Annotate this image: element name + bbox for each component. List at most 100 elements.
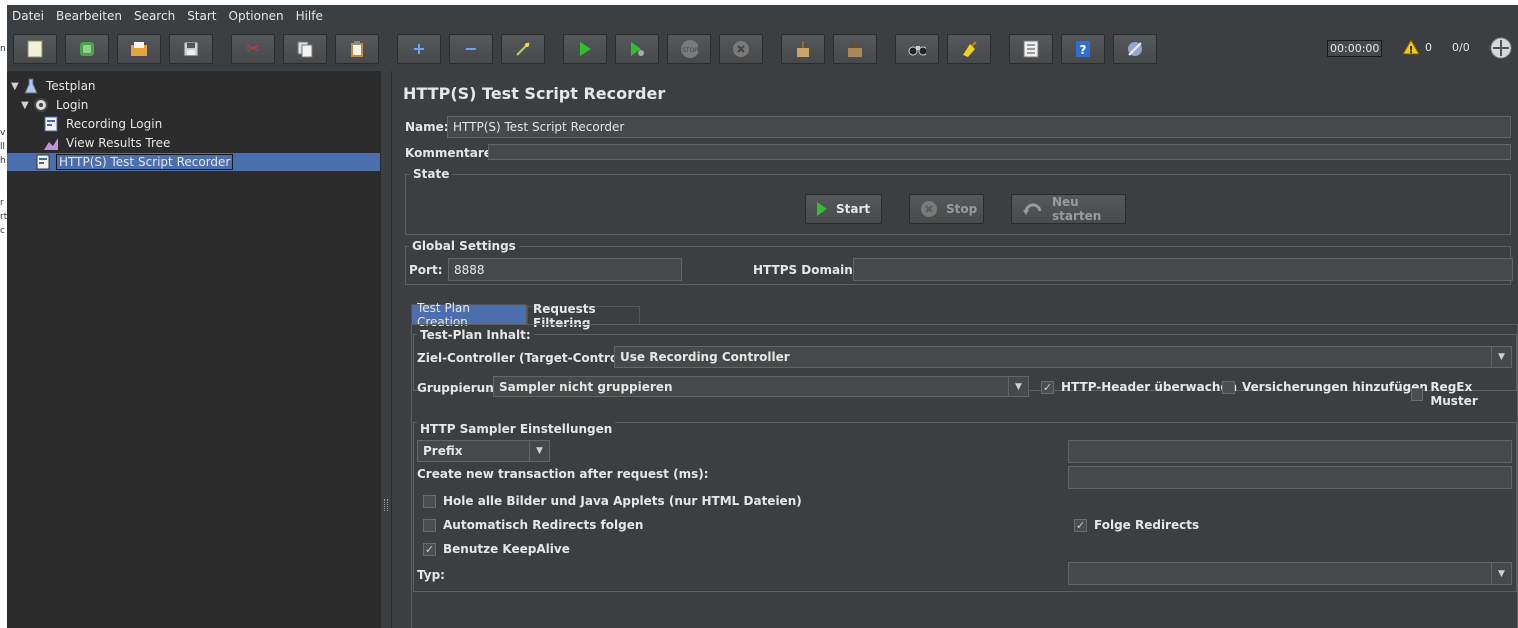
stop-button-label: Stop [946, 202, 978, 216]
elapsed-timer: 00:00:00 [1327, 40, 1383, 57]
cut-button[interactable]: ✂ [231, 34, 275, 64]
help-button[interactable]: ? [1061, 34, 1105, 64]
new-button[interactable] [13, 34, 57, 64]
tree-item-testplan[interactable]: ▼ Testplan [11, 77, 98, 95]
svg-text:!: ! [1409, 45, 1414, 55]
expand-toggle-icon[interactable]: ▼ [11, 81, 23, 92]
start-button-label: Start [836, 202, 871, 216]
tree-item-label: Testplan [46, 79, 96, 93]
shutdown-button[interactable] [719, 34, 763, 64]
port-field[interactable]: 8888 [448, 258, 682, 281]
checkbox-box[interactable] [423, 494, 436, 508]
menu-hilfe[interactable]: Hilfe [296, 9, 323, 23]
clear-all-button[interactable] [833, 34, 877, 64]
clear-button[interactable] [781, 34, 825, 64]
checkbox-box[interactable] [1411, 387, 1424, 401]
name-field[interactable]: HTTP(S) Test Script Recorder [447, 116, 1511, 138]
checkbox-box[interactable] [423, 518, 436, 532]
paste-button[interactable] [335, 34, 379, 64]
target-controller-select[interactable]: Use Recording Controller ▼ [614, 346, 1512, 368]
menu-bearbeiten[interactable]: Bearbeiten [56, 9, 122, 23]
tree-item-label: Recording Login [66, 117, 163, 131]
comments-field[interactable] [488, 144, 1511, 160]
templates-button[interactable] [65, 34, 109, 64]
chevron-down-icon: ▼ [1008, 377, 1028, 396]
stop-icon [920, 200, 938, 218]
expand-toggle-icon[interactable]: ▼ [21, 100, 33, 111]
tab-requests-filtering[interactable]: Requests Filtering [527, 302, 640, 330]
menu-optionen[interactable]: Optionen [229, 9, 284, 23]
keepalive-checkbox[interactable]: ✓ Benutze KeepAlive [423, 542, 570, 556]
broom-icon [794, 40, 812, 58]
follow-redirects-checkbox[interactable]: ✓ Folge Redirects [1074, 518, 1199, 532]
add-assertions-checkbox[interactable]: Versicherungen hinzufügen [1222, 380, 1428, 394]
menu-datei[interactable]: Datei [12, 9, 44, 23]
warning-count: 0 [1425, 41, 1432, 54]
background-window-strip: n v ll h r rt c [0, 0, 7, 628]
tree-item-login[interactable]: ▼ Login [21, 96, 90, 114]
toggle-button[interactable] [501, 34, 545, 64]
stop-button[interactable]: STOP [667, 34, 711, 64]
search-button[interactable] [895, 34, 939, 64]
prefix-value: Prefix [423, 444, 463, 458]
templates-icon [78, 40, 96, 58]
grouping-label: Gruppierung [417, 381, 503, 395]
checkbox-box[interactable] [1222, 380, 1235, 394]
prefix-field[interactable] [1068, 440, 1512, 463]
tree-item-label: HTTP(S) Test Script Recorder [56, 154, 234, 170]
copy-icon [296, 40, 314, 58]
shutdown-icon [732, 40, 750, 58]
add-assertions-label: Versicherungen hinzufügen [1242, 380, 1428, 394]
listener-icon [43, 135, 59, 151]
menu-start[interactable]: Start [187, 9, 216, 23]
tree-item-recording-login[interactable]: Recording Login [43, 115, 164, 133]
prefix-select[interactable]: Prefix ▼ [417, 440, 550, 462]
copy-button[interactable] [283, 34, 327, 64]
help-icon: ? [1074, 40, 1092, 58]
stop-sign-icon: STOP [680, 40, 698, 58]
checkbox-box[interactable]: ✓ [1074, 518, 1087, 532]
toolbar: ✂ + − STOP ? 00:00:00 ! 0 0/0 [7, 32, 1518, 68]
remote-button[interactable] [1113, 34, 1157, 64]
running-threads-icon [1490, 37, 1512, 62]
reset-search-button[interactable] [947, 34, 991, 64]
play-icon [816, 201, 828, 217]
warning-icon[interactable]: ! [1402, 38, 1420, 58]
restart-button[interactable]: Neu starten [1011, 194, 1126, 224]
tab-test-plan-creation[interactable]: Test Plan Creation [411, 301, 527, 329]
stop-recording-button[interactable]: Stop [909, 194, 984, 224]
port-label: Port: [409, 263, 443, 277]
run-no-pauses-button[interactable] [615, 34, 659, 64]
reset-search-icon [960, 40, 978, 58]
menu-search[interactable]: Search [134, 9, 175, 23]
start-button[interactable]: Start [805, 194, 882, 224]
type-select[interactable]: ▼ [1068, 562, 1512, 585]
checkbox-box[interactable]: ✓ [1041, 380, 1054, 394]
collapse-all-button[interactable]: − [449, 34, 493, 64]
auto-redirects-checkbox[interactable]: Automatisch Redirects folgen [423, 518, 643, 532]
tree-item-http-recorder[interactable]: HTTP(S) Test Script Recorder [7, 153, 380, 171]
http-header-checkbox[interactable]: ✓ HTTP-Header überwachen [1041, 380, 1237, 394]
https-domains-field[interactable] [853, 258, 1513, 281]
split-pane-divider[interactable] [380, 71, 392, 628]
save-disk-icon [182, 40, 200, 58]
transaction-field[interactable] [1068, 466, 1512, 489]
tree-item-view-results-tree[interactable]: View Results Tree [43, 134, 172, 152]
save-button[interactable] [169, 34, 213, 64]
minus-icon: − [464, 39, 478, 58]
open-button[interactable] [117, 34, 161, 64]
name-label: Name: [405, 120, 449, 134]
run-button[interactable] [563, 34, 607, 64]
regex-checkbox[interactable]: RegEx Muster [1411, 380, 1518, 408]
chevron-down-icon: ▼ [1491, 347, 1511, 367]
grouping-select[interactable]: Sampler nicht gruppieren ▼ [493, 376, 1029, 397]
fetch-images-checkbox[interactable]: Hole alle Bilder und Java Applets (nur H… [423, 494, 802, 508]
plus-icon: + [412, 39, 426, 58]
function-helper-button[interactable] [1009, 34, 1053, 64]
fetch-images-label: Hole alle Bilder und Java Applets (nur H… [443, 494, 802, 508]
type-label: Typ: [417, 568, 445, 582]
scissors-icon: ✂ [246, 39, 260, 58]
test-plan-content-title: Test-Plan Inhalt: [417, 328, 534, 342]
expand-all-button[interactable]: + [397, 34, 441, 64]
checkbox-box[interactable]: ✓ [423, 542, 436, 556]
